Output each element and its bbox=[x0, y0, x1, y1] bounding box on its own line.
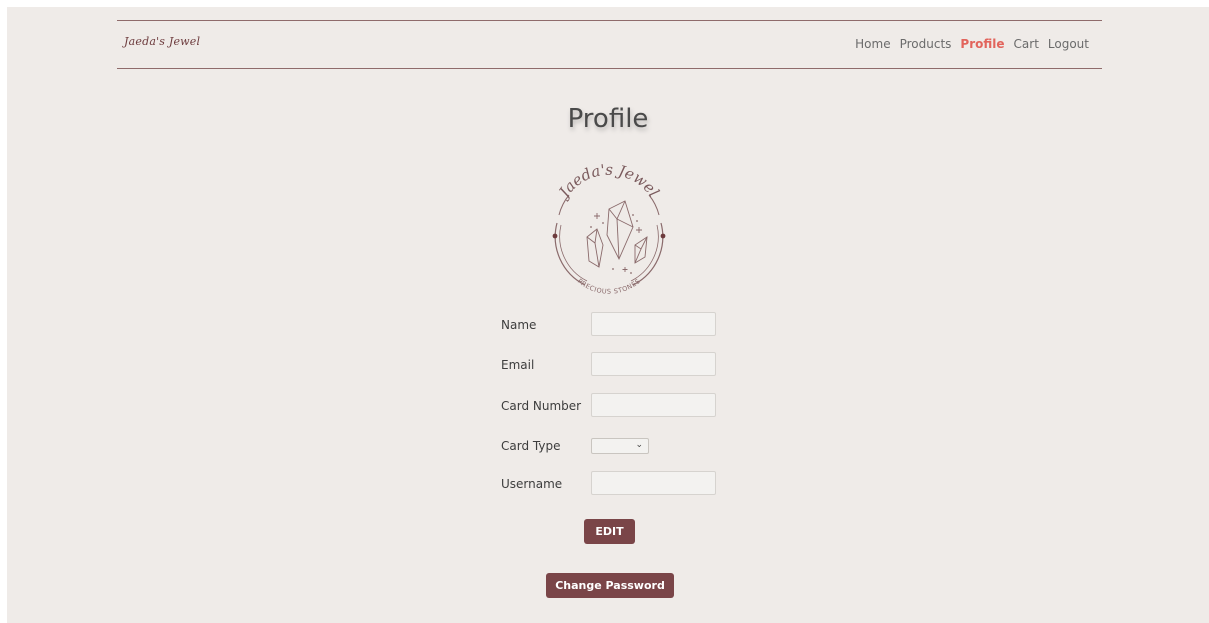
jewel-logo: Jaeda's Jewel PRECIOUS STONES bbox=[552, 161, 666, 296]
nav-profile[interactable]: Profile bbox=[960, 37, 1004, 51]
username-input[interactable] bbox=[591, 471, 716, 495]
nav-menu: Home Products Profile Cart Logout bbox=[855, 37, 1089, 51]
nav-logout[interactable]: Logout bbox=[1048, 37, 1089, 51]
card-type-label: Card Type bbox=[501, 439, 561, 453]
nav-home[interactable]: Home bbox=[855, 37, 890, 51]
chevron-down-icon: ⌄ bbox=[635, 440, 643, 450]
crystal-gems-icon bbox=[586, 200, 648, 272]
navbar: Jaeda's Jewel Home Products Profile Cart… bbox=[117, 20, 1102, 69]
brand-logo[interactable]: Jaeda's Jewel bbox=[124, 35, 200, 48]
card-number-input[interactable] bbox=[591, 393, 716, 417]
nav-products[interactable]: Products bbox=[900, 37, 952, 51]
name-label: Name bbox=[501, 318, 537, 332]
email-label: Email bbox=[501, 358, 535, 372]
name-input[interactable] bbox=[591, 312, 716, 336]
username-row: Username bbox=[501, 471, 731, 497]
logo-bottom-text: PRECIOUS STONES bbox=[576, 277, 641, 296]
page-container: Jaeda's Jewel Home Products Profile Cart… bbox=[7, 7, 1209, 623]
svg-text:Jaeda's Jewel: Jaeda's Jewel bbox=[553, 161, 662, 203]
card-type-row: Card Type ⌄ bbox=[501, 433, 731, 459]
name-row: Name bbox=[501, 312, 731, 338]
card-type-select[interactable]: ⌄ bbox=[591, 438, 649, 454]
email-input[interactable] bbox=[591, 352, 716, 376]
page-title: Profile bbox=[567, 104, 649, 134]
card-number-row: Card Number bbox=[501, 393, 731, 419]
edit-button[interactable]: EDIT bbox=[584, 519, 635, 544]
change-password-button[interactable]: Change Password bbox=[546, 573, 674, 598]
email-row: Email bbox=[501, 352, 731, 378]
card-number-label: Card Number bbox=[501, 399, 582, 413]
username-label: Username bbox=[501, 477, 563, 491]
logo-top-text: Jaeda's Jewel bbox=[553, 161, 662, 203]
nav-cart[interactable]: Cart bbox=[1014, 37, 1039, 51]
svg-text:PRECIOUS STONES: PRECIOUS STONES bbox=[576, 277, 642, 296]
